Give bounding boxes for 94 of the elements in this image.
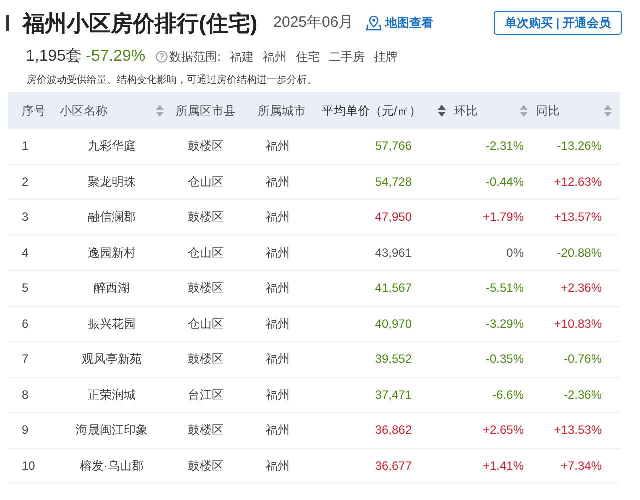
note-text: 房价波动受供给量、结构变化影响，可通过房价结构进一步分析。 — [27, 74, 317, 88]
change-cell-text: +1.41% — [482, 458, 524, 475]
listing-count: 1,195套 — [26, 47, 82, 67]
name-cell-text: 聚龙明珠 — [88, 174, 136, 191]
rank-cell-text: 8 — [22, 386, 29, 404]
membership-button[interactable]: 单次购买 | 开通会员 — [494, 11, 622, 35]
change-cell-text: +10.83% — [554, 316, 602, 333]
city-cell-text: 福州 — [266, 386, 290, 404]
name-cell-text: 榕发·乌山郡 — [80, 458, 144, 475]
scope-tag: 二手房 — [328, 48, 365, 66]
change-cell-text: -6.6% — [492, 386, 524, 404]
change-cell-text: +13.53% — [554, 422, 602, 440]
change-cell-text: +2.65% — [482, 422, 524, 440]
name-cell-text: 醉西湖 — [94, 280, 130, 298]
price-cell-text: 43,961 — [375, 244, 412, 262]
name-cell-text: 海晟闽江印象 — [76, 422, 148, 440]
district-cell-text: 台江区 — [188, 386, 224, 404]
district-cell-text: 鼓楼区 — [188, 351, 224, 368]
rank-cell-text: 3 — [22, 209, 29, 226]
name-cell-text: 观风亭新苑 — [82, 351, 142, 368]
change-cell-text: +13.57% — [554, 209, 602, 226]
rank-cell-text: 10 — [22, 458, 36, 475]
change-cell-text: +7.34% — [560, 458, 602, 475]
change-cell-text: -20.88% — [557, 244, 602, 262]
district-cell-text: 鼓楼区 — [188, 209, 224, 226]
name-cell-text: 九彩华庭 — [88, 138, 136, 156]
city-cell-text: 福州 — [266, 316, 290, 333]
price-cell-text: 47,950 — [375, 209, 412, 226]
change-cell-text: -0.35% — [486, 351, 524, 368]
district-cell-text: 鼓楼区 — [188, 422, 224, 440]
change-cell-text: -3.29% — [486, 316, 524, 333]
change-cell-text: -13.26% — [557, 138, 602, 156]
rank-cell-text: 1 — [22, 138, 29, 156]
map-pin-icon — [366, 15, 382, 31]
change-value: -57.29% — [86, 47, 146, 67]
district-cell-text: 仓山区 — [188, 316, 224, 333]
change-cell-text: +2.36% — [560, 280, 602, 298]
column-header[interactable]: 平均单价（元/㎡） — [322, 102, 446, 120]
scope-tag: 福州 — [262, 48, 287, 66]
rank-cell-text: 9 — [22, 422, 29, 440]
city-cell-text: 福州 — [266, 174, 290, 191]
help-icon[interactable] — [156, 51, 168, 63]
column-header: 所属城市 — [258, 102, 306, 120]
column-header[interactable]: 环比 — [454, 102, 528, 120]
change-cell-text: -0.44% — [486, 174, 524, 191]
map-view-link[interactable]: 地图查看 — [386, 14, 434, 32]
change-cell-text: +1.79% — [482, 209, 524, 226]
scope-tag: 挂牌 — [374, 48, 398, 66]
rank-cell-text: 7 — [22, 351, 29, 368]
city-cell-text: 福州 — [266, 351, 290, 368]
name-cell-text: 正荣润城 — [88, 386, 136, 404]
rank-cell-text: 5 — [22, 280, 29, 298]
price-cell-text: 36,677 — [375, 458, 412, 475]
rank-cell-text: 2 — [22, 174, 29, 191]
district-cell-text: 鼓楼区 — [188, 138, 224, 156]
district-cell-text: 仓山区 — [188, 244, 224, 262]
change-cell-text: -2.36% — [564, 386, 602, 404]
change-cell-text: +12.63% — [554, 174, 602, 191]
city-cell-text: 福州 — [266, 458, 290, 475]
price-cell-text: 37,471 — [375, 386, 412, 404]
city-cell-text: 福州 — [266, 244, 290, 262]
column-header[interactable]: 同比 — [536, 102, 612, 120]
name-cell-text: 振兴花园 — [88, 316, 136, 333]
rank-cell-text: 4 — [22, 244, 29, 262]
city-cell-text: 福州 — [266, 422, 290, 440]
title-marker — [6, 15, 9, 31]
column-header[interactable]: 小区名称 — [60, 102, 164, 120]
page-title: 福州小区房价排行(住宅) — [23, 10, 258, 38]
scope-tag: 住宅 — [296, 48, 320, 66]
change-cell-text: -5.51% — [486, 280, 524, 298]
price-cell-text: 54,728 — [375, 174, 412, 191]
change-cell-text: -2.31% — [486, 138, 524, 156]
price-cell-text: 40,970 — [375, 316, 412, 333]
change-cell-text: -0.76% — [564, 351, 602, 368]
district-cell-text: 鼓楼区 — [188, 458, 224, 475]
change-cell-text: 0% — [506, 244, 524, 262]
name-cell-text: 逸园新村 — [88, 244, 136, 262]
column-header: 所属区市县 — [176, 102, 236, 120]
name-cell-text: 融信澜郡 — [88, 209, 136, 226]
city-cell-text: 福州 — [266, 280, 290, 298]
price-cell-text: 39,552 — [375, 351, 412, 368]
district-cell-text: 鼓楼区 — [188, 280, 224, 298]
column-header: 序号 — [22, 102, 46, 120]
period-label: 2025年06月 — [274, 12, 354, 33]
city-cell-text: 福州 — [266, 138, 290, 156]
scope-label: 数据范围: — [170, 49, 221, 66]
price-cell-text: 36,862 — [375, 422, 412, 440]
city-cell-text: 福州 — [266, 209, 290, 226]
rank-cell-text: 6 — [22, 316, 29, 333]
scope-tag: 福建 — [230, 48, 254, 66]
district-cell-text: 仓山区 — [188, 174, 224, 191]
sort-icon[interactable] — [438, 104, 446, 116]
price-cell-text: 41,567 — [375, 280, 412, 298]
price-cell-text: 57,766 — [375, 138, 412, 156]
